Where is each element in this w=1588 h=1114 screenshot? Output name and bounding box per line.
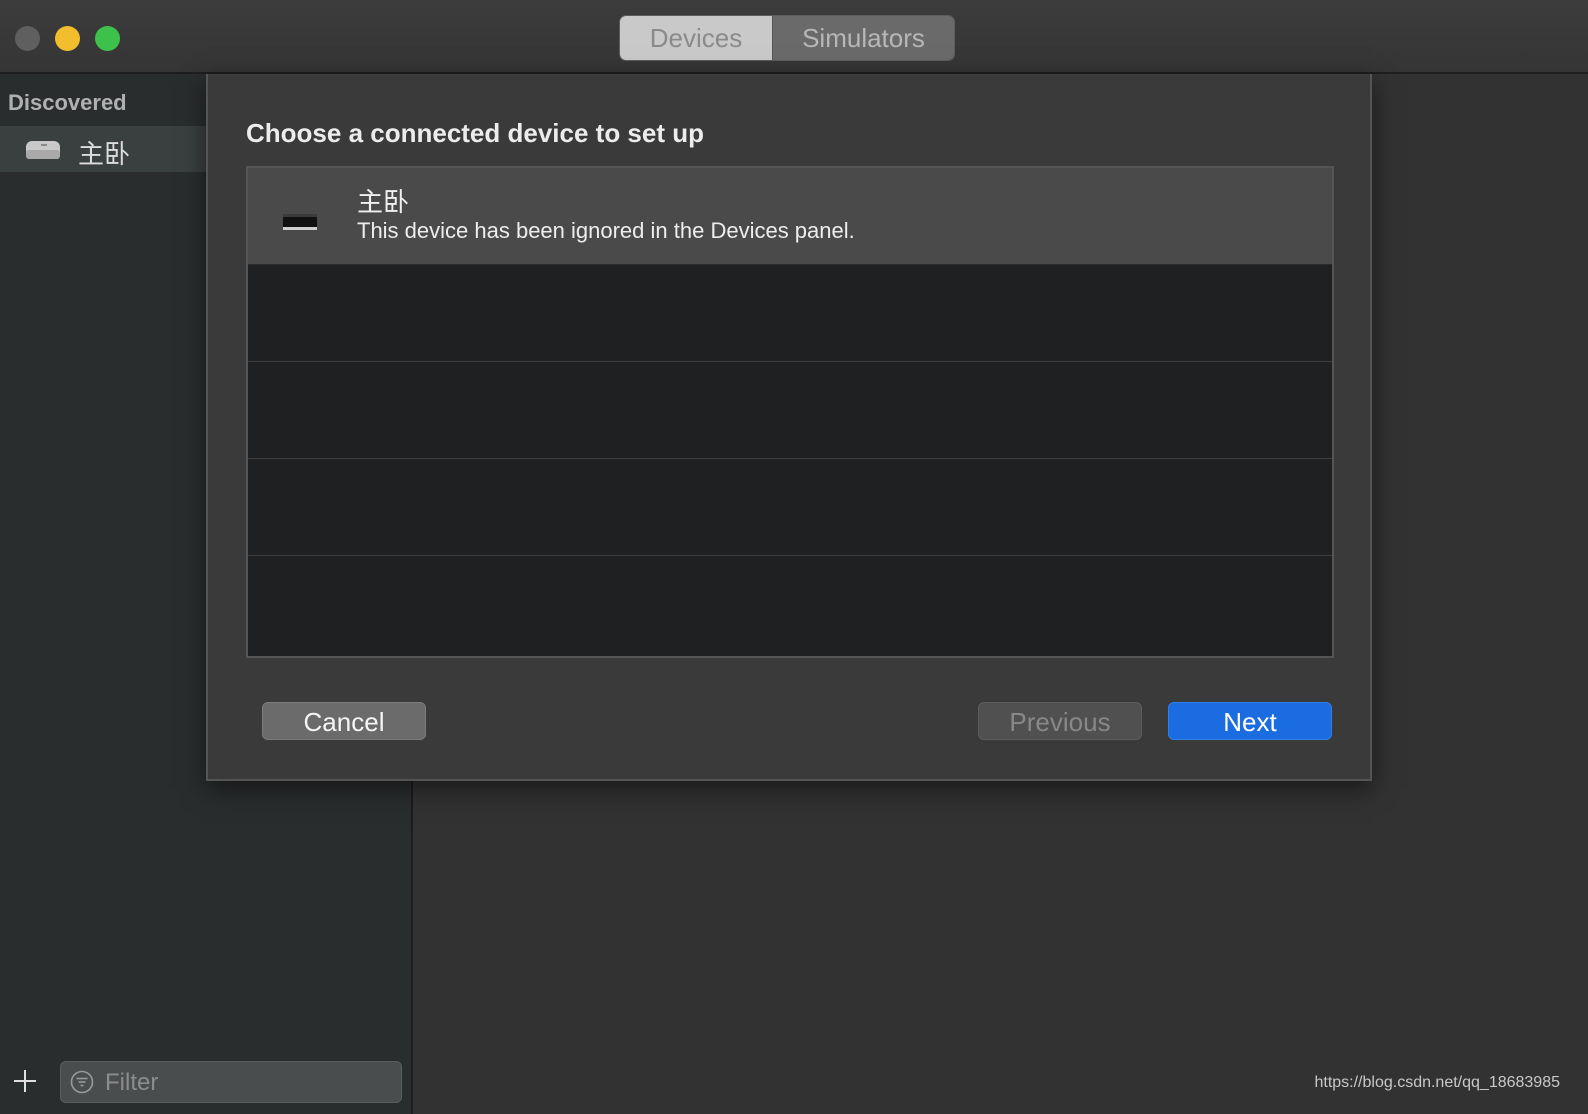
sheet-title: Choose a connected device to set up xyxy=(246,118,704,148)
add-device-button[interactable] xyxy=(12,1068,38,1094)
apple-tv-icon xyxy=(283,214,317,230)
device-status-description: This device has been ignored in the Devi… xyxy=(357,218,855,243)
filter-input[interactable] xyxy=(103,1066,387,1100)
sidebar-footer xyxy=(0,1054,413,1114)
filter-icon xyxy=(70,1070,94,1094)
setup-device-sheet: Choose a connected device to set up 主卧 T… xyxy=(206,74,1372,781)
apple-tv-icon xyxy=(26,141,60,159)
cancel-button[interactable]: Cancel xyxy=(262,702,426,740)
zoom-window-button[interactable] xyxy=(95,26,120,51)
tab-devices[interactable]: Devices xyxy=(620,16,772,60)
sidebar-item-label: 主卧 xyxy=(78,139,131,169)
title-bar: Devices Simulators xyxy=(0,0,1588,74)
device-row-empty xyxy=(248,459,1332,556)
devices-window: Devices Simulators Discovered 主卧 Filter … xyxy=(0,0,1588,1114)
close-window-button[interactable] xyxy=(15,26,40,51)
device-row-selected[interactable]: 主卧 This device has been ignored in the D… xyxy=(248,168,1332,265)
devices-simulators-segmented-control: Devices Simulators xyxy=(619,15,955,61)
sidebar-item-device[interactable]: 主卧 xyxy=(0,126,206,172)
device-row-empty xyxy=(248,556,1332,653)
device-list: 主卧 This device has been ignored in the D… xyxy=(246,166,1334,658)
device-row-empty xyxy=(248,362,1332,459)
device-row-empty xyxy=(248,265,1332,362)
minimize-window-button[interactable] xyxy=(55,26,80,51)
sidebar-section-header: Discovered xyxy=(8,90,127,115)
tab-simulators[interactable]: Simulators xyxy=(772,16,954,60)
next-button[interactable]: Next xyxy=(1168,702,1332,740)
previous-button[interactable]: Previous xyxy=(978,702,1142,740)
watermark-url: https://blog.csdn.net/qq_18683985 xyxy=(1314,1074,1560,1091)
filter-field[interactable] xyxy=(60,1061,402,1103)
device-name: 主卧 xyxy=(357,187,410,217)
